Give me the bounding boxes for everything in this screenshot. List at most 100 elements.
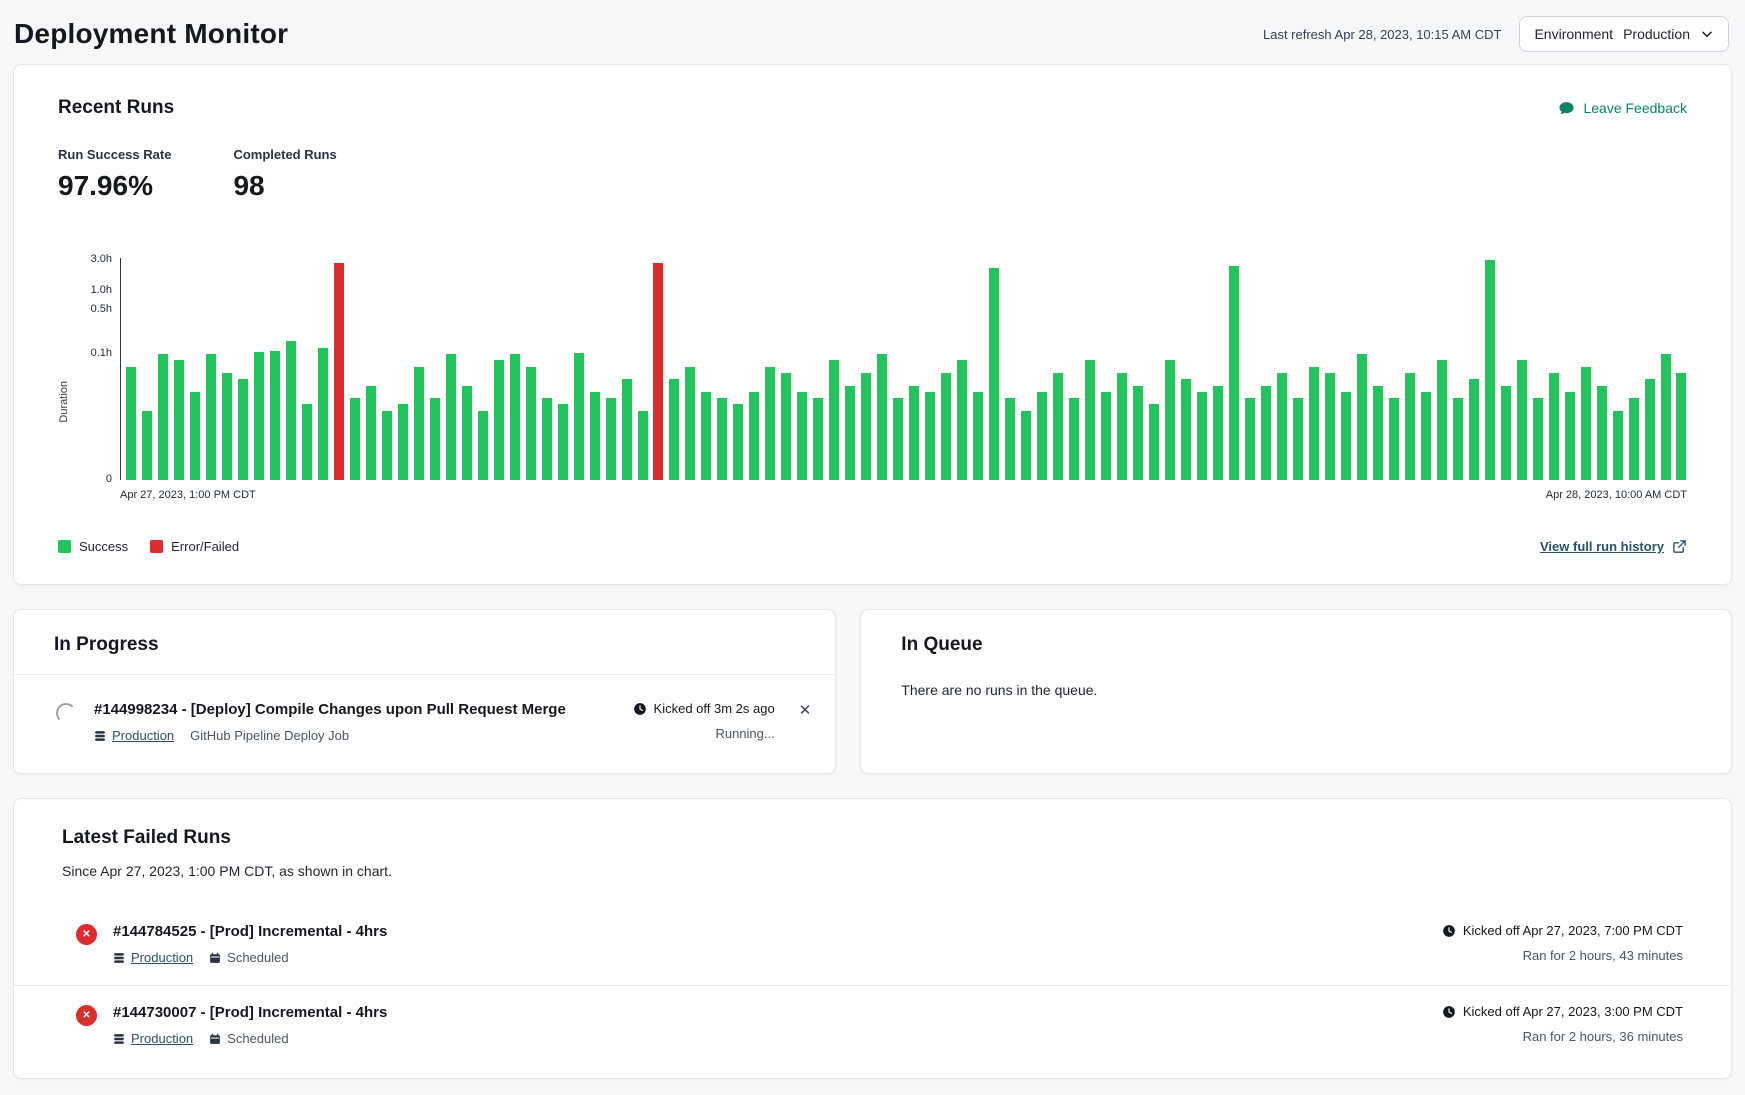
run-bar-success[interactable] xyxy=(526,367,536,480)
run-bar-success[interactable] xyxy=(1373,386,1383,480)
run-bar-success[interactable] xyxy=(1661,354,1671,480)
run-bar-success[interactable] xyxy=(206,354,216,480)
run-bar-success[interactable] xyxy=(717,398,727,480)
run-bar-success[interactable] xyxy=(1565,392,1575,480)
run-bar-success[interactable] xyxy=(1037,392,1047,480)
run-bar-success[interactable] xyxy=(877,354,887,480)
run-bar-success[interactable] xyxy=(973,392,983,480)
run-bar-success[interactable] xyxy=(1165,360,1175,480)
run-bar-failed[interactable] xyxy=(334,263,344,480)
run-bar-success[interactable] xyxy=(669,379,679,480)
run-bar-success[interactable] xyxy=(590,392,600,480)
run-bar-success[interactable] xyxy=(1453,398,1463,480)
run-bar-success[interactable] xyxy=(1629,398,1639,480)
run-bar-success[interactable] xyxy=(1676,373,1686,480)
run-bar-success[interactable] xyxy=(174,360,184,480)
run-bar-success[interactable] xyxy=(1357,354,1367,480)
run-bar-success[interactable] xyxy=(238,379,248,480)
leave-feedback-link[interactable]: Leave Feedback xyxy=(1558,100,1687,117)
run-bar-success[interactable] xyxy=(941,373,951,480)
run-bar-success[interactable] xyxy=(126,367,136,480)
run-bar-success[interactable] xyxy=(1021,411,1031,480)
run-bar-success[interactable] xyxy=(350,398,360,480)
run-bar-success[interactable] xyxy=(286,341,296,480)
run-bar-success[interactable] xyxy=(494,360,504,480)
run-bar-success[interactable] xyxy=(270,351,280,480)
run-bar-success[interactable] xyxy=(446,354,456,480)
run-bar-success[interactable] xyxy=(989,268,999,480)
run-bar-success[interactable] xyxy=(254,352,264,480)
run-bar-success[interactable] xyxy=(222,373,232,480)
run-bar-success[interactable] xyxy=(1533,398,1543,480)
run-bar-success[interactable] xyxy=(1229,266,1239,480)
run-bar-success[interactable] xyxy=(1101,392,1111,480)
run-bar-success[interactable] xyxy=(1085,360,1095,480)
run-bar-success[interactable] xyxy=(510,354,520,480)
run-bar-success[interactable] xyxy=(1005,398,1015,480)
run-bar-success[interactable] xyxy=(398,404,408,480)
run-bar-success[interactable] xyxy=(1293,398,1303,480)
run-bar-success[interactable] xyxy=(574,353,584,480)
run-bar-success[interactable] xyxy=(1597,386,1607,480)
run-bar-success[interactable] xyxy=(1645,379,1655,480)
environment-link[interactable]: Production xyxy=(113,950,193,965)
run-bar-success[interactable] xyxy=(733,404,743,480)
run-bar-success[interactable] xyxy=(1421,392,1431,480)
run-bar-success[interactable] xyxy=(606,398,616,480)
run-bar-failed[interactable] xyxy=(653,263,663,480)
run-bar-success[interactable] xyxy=(1389,398,1399,480)
run-bar-success[interactable] xyxy=(685,367,695,480)
run-bar-success[interactable] xyxy=(1261,386,1271,480)
run-bar-success[interactable] xyxy=(701,392,711,480)
run-bar-success[interactable] xyxy=(1277,373,1287,480)
run-bar-success[interactable] xyxy=(829,360,839,480)
run-bar-success[interactable] xyxy=(1613,411,1623,480)
run-bar-success[interactable] xyxy=(861,373,871,480)
run-bar-success[interactable] xyxy=(781,373,791,480)
run-bar-success[interactable] xyxy=(1053,373,1063,480)
run-bar-success[interactable] xyxy=(318,348,328,480)
run-bar-success[interactable] xyxy=(1245,398,1255,480)
view-full-run-history-link[interactable]: View full run history xyxy=(1540,539,1687,554)
run-bar-success[interactable] xyxy=(845,386,855,480)
run-bar-success[interactable] xyxy=(893,398,903,480)
run-bar-success[interactable] xyxy=(1549,373,1559,480)
run-bar-success[interactable] xyxy=(813,398,823,480)
run-bar-success[interactable] xyxy=(1485,260,1495,480)
run-bar-success[interactable] xyxy=(1213,386,1223,480)
run-bar-success[interactable] xyxy=(1501,386,1511,480)
run-bar-success[interactable] xyxy=(1325,373,1335,480)
run-bar-success[interactable] xyxy=(478,411,488,480)
run-bar-success[interactable] xyxy=(957,360,967,480)
run-bar-success[interactable] xyxy=(430,398,440,480)
run-bar-success[interactable] xyxy=(1469,379,1479,480)
run-bar-success[interactable] xyxy=(414,367,424,480)
run-bar-success[interactable] xyxy=(1437,360,1447,480)
run-bar-success[interactable] xyxy=(909,386,919,480)
run-bar-success[interactable] xyxy=(558,404,568,480)
run-bar-success[interactable] xyxy=(1117,373,1127,480)
run-bar-success[interactable] xyxy=(765,367,775,480)
run-bar-success[interactable] xyxy=(622,379,632,480)
run-bar-success[interactable] xyxy=(1581,367,1591,480)
run-bar-success[interactable] xyxy=(1309,367,1319,480)
run-bar-success[interactable] xyxy=(1149,404,1159,480)
run-bar-success[interactable] xyxy=(382,411,392,480)
run-bar-success[interactable] xyxy=(542,398,552,480)
environment-dropdown[interactable]: Environment Production xyxy=(1519,16,1729,52)
run-bar-success[interactable] xyxy=(797,392,807,480)
run-bar-success[interactable] xyxy=(1197,392,1207,480)
run-bar-success[interactable] xyxy=(190,392,200,480)
run-bar-success[interactable] xyxy=(1341,392,1351,480)
run-bar-success[interactable] xyxy=(1133,386,1143,480)
run-bar-success[interactable] xyxy=(925,392,935,480)
run-bar-success[interactable] xyxy=(749,392,759,480)
run-bar-success[interactable] xyxy=(1069,398,1079,480)
run-bar-success[interactable] xyxy=(366,386,376,480)
run-bar-success[interactable] xyxy=(302,404,312,480)
run-bar-success[interactable] xyxy=(1405,373,1415,480)
run-bar-success[interactable] xyxy=(158,354,168,480)
environment-link[interactable]: Production xyxy=(94,728,174,743)
run-bar-success[interactable] xyxy=(142,411,152,480)
run-bar-success[interactable] xyxy=(462,386,472,480)
